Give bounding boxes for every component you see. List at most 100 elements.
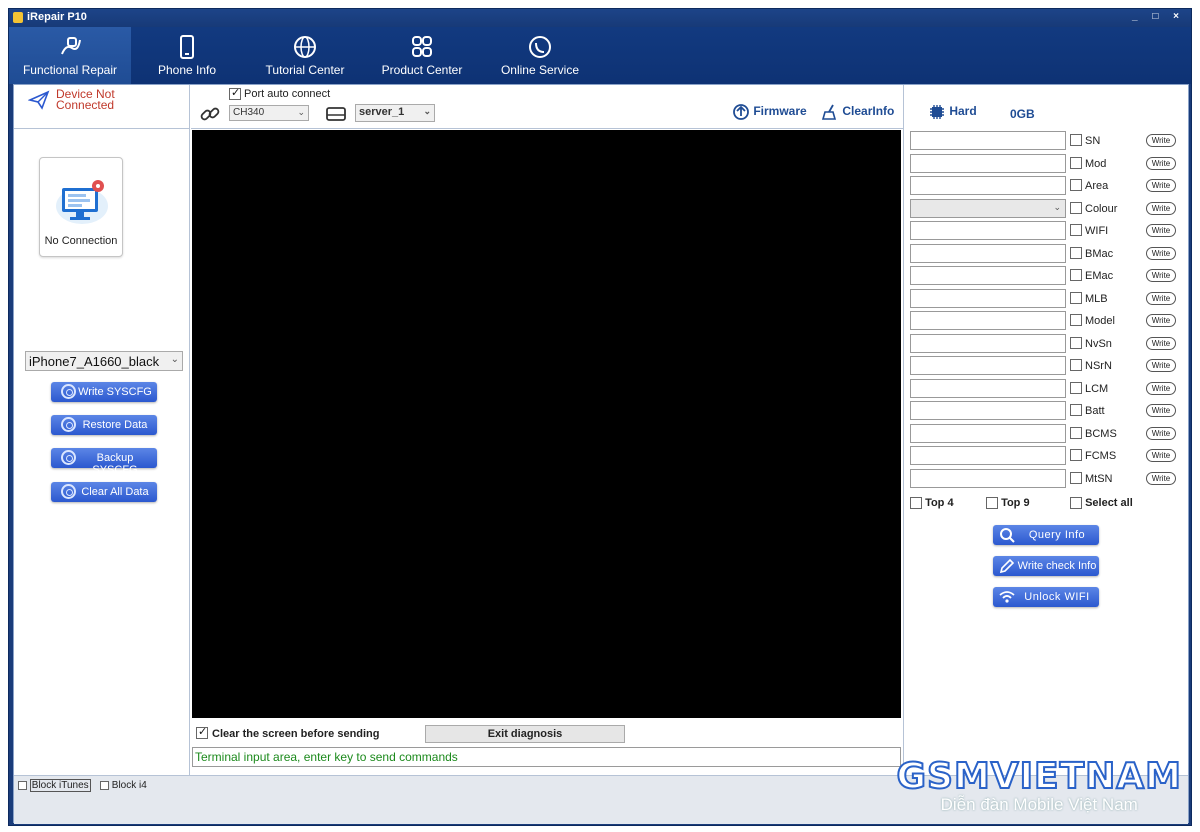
mlb-input[interactable] [910, 288, 1066, 308]
write-check-info-button[interactable]: Write check Info [993, 556, 1099, 576]
lcm-checkbox[interactable] [1070, 381, 1082, 394]
batt-input[interactable] [910, 401, 1066, 420]
model-select-value: iPhone7_A1660_black [29, 354, 160, 369]
write-button[interactable]: Write [1146, 336, 1176, 350]
top9-option[interactable]: Top 9 [986, 497, 1030, 510]
nsrn-input[interactable] [910, 356, 1066, 375]
port-select[interactable]: CH340 ⌄ [229, 105, 309, 121]
model-input[interactable] [910, 311, 1066, 330]
watermark-title: GSMVIETNAM [895, 756, 1182, 797]
terminal-output[interactable] [192, 130, 901, 718]
watermark: GSMVIETNAM Diễn đàn Mobile Việt Nam [895, 756, 1182, 814]
mtsn-input[interactable] [910, 468, 1066, 488]
server-select[interactable]: server_1 ⌄ [355, 104, 435, 122]
bcms-checkbox[interactable] [1070, 426, 1082, 439]
window-controls[interactable]: _ □ × [1132, 11, 1185, 22]
lcm-input[interactable] [910, 378, 1066, 398]
select-all-checkbox[interactable] [1070, 497, 1082, 510]
field-label: NSrN [1085, 360, 1112, 372]
area-input[interactable] [910, 176, 1066, 195]
write-button[interactable]: Write [1146, 246, 1176, 260]
model-checkbox[interactable] [1070, 314, 1082, 326]
watermark-subtitle: Diễn đàn Mobile Việt Nam [940, 795, 1138, 814]
write-button[interactable]: Write [1146, 134, 1176, 147]
area-checkbox[interactable] [1070, 179, 1082, 191]
paper-plane-icon [28, 90, 50, 110]
bcms-input[interactable] [910, 423, 1066, 443]
bmac-checkbox[interactable] [1070, 246, 1082, 259]
write-button[interactable]: Write [1146, 381, 1176, 395]
write-button[interactable]: Write [1146, 359, 1176, 372]
field-row-nvsn: NvSn Write [910, 333, 1182, 354]
nvsn-checkbox[interactable] [1070, 336, 1082, 349]
mod-input[interactable] [910, 153, 1066, 173]
write-syscfg-button[interactable]: Write SYSCFG [51, 382, 157, 402]
tab-online-service[interactable]: Online Service [485, 27, 595, 84]
fcms-input[interactable] [910, 446, 1066, 465]
firmware-button[interactable]: Firmware [732, 103, 807, 121]
nsrn-checkbox[interactable] [1070, 359, 1082, 371]
wifi-input[interactable] [910, 221, 1066, 240]
clear-screen-checkbox[interactable] [196, 725, 208, 739]
field-label: Colour [1085, 202, 1118, 215]
query-info-label: Query Info [1028, 529, 1086, 541]
colour-select[interactable]: ⌄ [910, 198, 1066, 218]
emac-checkbox[interactable] [1070, 269, 1082, 281]
tab-phone-info[interactable]: Phone Info [131, 27, 243, 84]
field-label: EMac [1085, 270, 1114, 282]
port-auto-connect-checkbox[interactable] [229, 86, 241, 100]
tab-functional-repair[interactable]: Functional Repair [9, 27, 131, 84]
clear-info-button[interactable]: ClearInfo [821, 103, 894, 121]
model-select[interactable]: iPhone7_A1660_black ⌄ [25, 351, 183, 371]
nvsn-input[interactable] [910, 333, 1066, 353]
restore-data-button[interactable]: Restore Data [51, 415, 157, 435]
write-button[interactable]: Write [1146, 269, 1176, 282]
block-i4-option[interactable]: Block i4 [100, 780, 147, 791]
backup-syscfg-button[interactable]: Backup SYSCFG [51, 448, 157, 476]
query-info-button[interactable]: Query Info [993, 525, 1099, 545]
write-button[interactable]: Write [1146, 404, 1176, 417]
write-button[interactable]: Write [1146, 471, 1176, 485]
clear-all-data-button[interactable]: Clear All Data [51, 482, 157, 502]
mod-checkbox[interactable] [1070, 156, 1082, 169]
sn-input[interactable] [910, 131, 1066, 150]
write-button[interactable]: Write [1146, 179, 1176, 192]
tab-product-center[interactable]: Product Center [367, 27, 477, 84]
chevron-down-icon: ⌄ [1053, 201, 1061, 212]
mlb-checkbox[interactable] [1070, 291, 1082, 304]
wifi-checkbox[interactable] [1070, 224, 1082, 236]
write-button[interactable]: Write [1146, 291, 1176, 305]
hard-value: 0GB [1010, 107, 1035, 121]
main-content: Device Not Connected No Connection iPhon… [13, 84, 1189, 824]
mtsn-checkbox[interactable] [1070, 471, 1082, 484]
write-button[interactable]: Write [1146, 201, 1176, 215]
block-i4-checkbox[interactable] [100, 780, 109, 790]
field-label: MLB [1085, 292, 1108, 305]
write-button[interactable]: Write [1146, 156, 1176, 170]
device-status-text: Device Not Connected [56, 88, 115, 111]
fcms-checkbox[interactable] [1070, 449, 1082, 461]
top9-checkbox[interactable] [986, 497, 998, 510]
block-itunes-checkbox[interactable] [18, 780, 27, 790]
block-i4-label: Block i4 [111, 780, 147, 791]
colour-checkbox[interactable] [1070, 201, 1082, 214]
bmac-input[interactable] [910, 243, 1066, 263]
field-label: Mod [1085, 157, 1107, 170]
select-all-option[interactable]: Select all [1070, 497, 1133, 510]
block-itunes-option[interactable]: Block iTunes [18, 779, 91, 792]
write-button[interactable]: Write [1146, 314, 1176, 327]
exit-diagnosis-button[interactable]: Exit diagnosis [425, 725, 625, 743]
tab-tutorial-center[interactable]: Tutorial Center [247, 27, 363, 84]
write-button[interactable]: Write [1146, 426, 1176, 440]
unlock-wifi-button[interactable]: Unlock WIFI [993, 587, 1099, 607]
port-select-value: CH340 [233, 107, 265, 118]
terminal-input[interactable]: Terminal input area, enter key to send c… [192, 747, 901, 767]
top4-option[interactable]: Top 4 [910, 497, 954, 510]
field-row-area: Area Write [910, 176, 1182, 196]
write-button[interactable]: Write [1146, 449, 1176, 462]
sn-checkbox[interactable] [1070, 134, 1082, 146]
emac-input[interactable] [910, 266, 1066, 285]
top4-checkbox[interactable] [910, 497, 922, 510]
batt-checkbox[interactable] [1070, 404, 1082, 416]
write-button[interactable]: Write [1146, 224, 1176, 237]
